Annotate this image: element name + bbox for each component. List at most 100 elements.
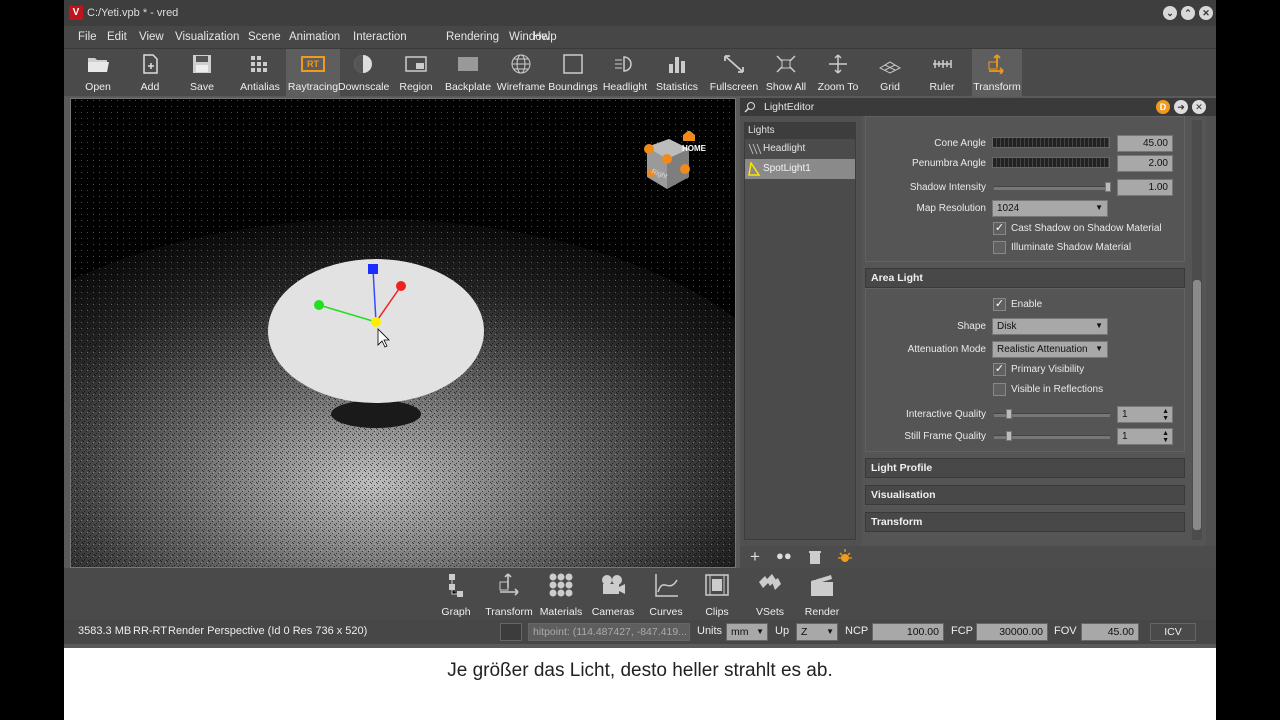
y-axis-handle[interactable] — [314, 300, 324, 310]
panel-close-icon[interactable]: ✕ — [1192, 100, 1206, 114]
light-bulb-icon[interactable] — [836, 548, 854, 566]
wireframe-icon — [511, 54, 531, 74]
graph-button[interactable]: Graph — [436, 572, 476, 618]
curves-label: Curves — [649, 606, 683, 618]
z-axis-handle[interactable] — [368, 264, 378, 274]
open-button[interactable]: Open — [78, 49, 118, 97]
interactive-quality-spinbox[interactable]: 1 ▲ ▼ — [1117, 406, 1173, 423]
fov-field[interactable]: 45.00 — [1081, 623, 1139, 641]
menu-view[interactable]: View — [139, 31, 164, 43]
menu-help[interactable]: Help — [533, 31, 557, 43]
materials-button[interactable]: Materials — [538, 572, 584, 618]
region-label: Region — [399, 81, 433, 93]
visible-reflections-checkbox[interactable] — [993, 383, 1006, 396]
window-title: C:/Yeti.vpb * - vred — [87, 7, 179, 19]
up-axis-select[interactable]: Z ▼ — [796, 623, 838, 641]
render-viewport[interactable]: HOME Right — [70, 98, 736, 568]
backplate-icon — [458, 57, 478, 71]
dock-icon[interactable]: D — [1156, 100, 1170, 114]
menu-visualization[interactable]: Visualization — [175, 31, 239, 43]
scrollbar-thumb[interactable] — [1193, 280, 1201, 530]
backplate-button[interactable]: Backplate — [444, 49, 492, 97]
duplicate-light-icon[interactable]: ●● — [776, 548, 792, 563]
properties-scrollbar[interactable] — [1192, 120, 1202, 540]
primary-visibility-checkbox[interactable]: ✓ — [993, 363, 1006, 376]
close-icon[interactable]: ✕ — [1199, 6, 1213, 20]
region-button[interactable]: Region — [394, 49, 438, 97]
show-all-button[interactable]: Show All — [764, 49, 808, 97]
navigation-cube[interactable]: HOME Right — [637, 130, 706, 197]
attenuation-mode-value: Realistic Attenuation — [997, 344, 1088, 355]
fullscreen-button[interactable]: Fullscreen — [708, 49, 760, 97]
menu-edit[interactable]: Edit — [107, 31, 127, 43]
float-icon[interactable]: ➜ — [1174, 100, 1188, 114]
menu-animation[interactable]: Animation — [289, 31, 340, 43]
grid-button[interactable]: Grid — [870, 49, 910, 97]
penumbra-angle-slider[interactable] — [992, 157, 1110, 168]
boundings-button[interactable]: Boundings — [548, 49, 598, 97]
render-button[interactable]: Render — [802, 571, 842, 618]
menu-file[interactable]: File — [78, 31, 97, 43]
shadow-intensity-slider[interactable] — [994, 186, 1110, 190]
wireframe-button[interactable]: Wireframe — [496, 49, 546, 97]
transform-button[interactable]: Transform — [972, 49, 1022, 97]
menu-interaction[interactable]: Interaction — [353, 31, 407, 43]
menu-scene[interactable]: Scene — [248, 31, 281, 43]
chevron-down-icon: ▼ — [1095, 203, 1103, 212]
shadow-intensity-thumb[interactable] — [1105, 182, 1111, 192]
units-select[interactable]: mm ▼ — [726, 623, 768, 641]
menu-rendering[interactable]: Rendering — [446, 31, 499, 43]
transform-module-button[interactable]: Transform — [484, 572, 534, 618]
home-label[interactable]: HOME — [682, 144, 706, 153]
cone-angle-field[interactable]: 45.00 — [1117, 135, 1173, 152]
save-button[interactable]: Save — [182, 49, 222, 97]
penumbra-angle-field[interactable]: 2.00 — [1117, 155, 1173, 172]
downscale-icon — [354, 55, 372, 73]
vsets-button[interactable]: VSets — [752, 572, 788, 618]
attenuation-mode-select[interactable]: Realistic Attenuation ▼ — [992, 341, 1108, 358]
icv-button[interactable]: ICV — [1150, 623, 1196, 641]
cone-angle-slider[interactable] — [992, 137, 1110, 148]
visualisation-section-header[interactable]: Visualisation — [865, 485, 1185, 505]
collapse-icon[interactable]: ⌄ — [1163, 6, 1177, 20]
statistics-button[interactable]: Statistics — [652, 49, 702, 97]
light-profile-section-header[interactable]: Light Profile — [865, 458, 1185, 478]
map-resolution-select[interactable]: 1024 ▼ — [992, 200, 1108, 217]
still-frame-quality-spinbox[interactable]: 1 ▲ ▼ — [1117, 428, 1173, 445]
still-frame-quality-thumb[interactable] — [1006, 431, 1012, 441]
spin-arrows-icon[interactable]: ▲ ▼ — [1162, 430, 1169, 444]
x-axis-handle[interactable] — [396, 281, 406, 291]
light-item-spotlight1[interactable]: SpotLight1 — [745, 159, 855, 179]
zoom-to-button[interactable]: Zoom To — [814, 49, 862, 97]
enable-checkbox[interactable]: ✓ — [993, 298, 1006, 311]
trash-icon[interactable] — [808, 549, 822, 565]
add-light-icon[interactable]: + — [750, 547, 760, 567]
shadow-intensity-field[interactable]: 1.00 — [1117, 179, 1173, 196]
ruler-button[interactable]: Ruler — [922, 49, 962, 97]
cameras-button[interactable]: Cameras — [591, 572, 635, 618]
headlight-button[interactable]: Headlight — [602, 49, 648, 97]
expand-icon[interactable]: ⌃ — [1181, 6, 1195, 20]
clips-button[interactable]: Clips — [699, 572, 735, 618]
illuminate-shadow-checkbox[interactable] — [993, 241, 1006, 254]
curves-button[interactable]: Curves — [644, 572, 688, 618]
area-light-disk[interactable] — [268, 259, 484, 403]
interactive-quality-label: Interactive Quality — [905, 409, 986, 420]
status-bar: 3583.3 MB RR-RT Render Perspective (Id 0… — [64, 620, 1216, 644]
cast-shadow-checkbox[interactable]: ✓ — [993, 222, 1006, 235]
spin-arrows-icon[interactable]: ▲ ▼ — [1162, 408, 1169, 422]
center-handle[interactable] — [371, 317, 381, 327]
antialias-button[interactable]: Antialias — [236, 49, 284, 97]
fcp-field[interactable]: 30000.00 — [976, 623, 1048, 641]
light-item-headlight[interactable]: Headlight — [745, 139, 855, 159]
hitpoint-toggle-icon[interactable] — [500, 623, 522, 641]
hitpoint-field[interactable]: hitpoint: (114.487427, -847.419... — [528, 623, 690, 641]
ncp-field[interactable]: 100.00 — [872, 623, 944, 641]
downscale-button[interactable]: Downscale — [338, 49, 389, 97]
transform-section-header[interactable]: Transform — [865, 512, 1185, 532]
interactive-quality-thumb[interactable] — [1006, 409, 1012, 419]
area-light-section-header[interactable]: Area Light — [865, 268, 1185, 288]
raytracing-button[interactable]: RT Raytracing — [286, 49, 340, 97]
add-button[interactable]: Add — [130, 49, 170, 97]
shape-select[interactable]: Disk ▼ — [992, 318, 1108, 335]
